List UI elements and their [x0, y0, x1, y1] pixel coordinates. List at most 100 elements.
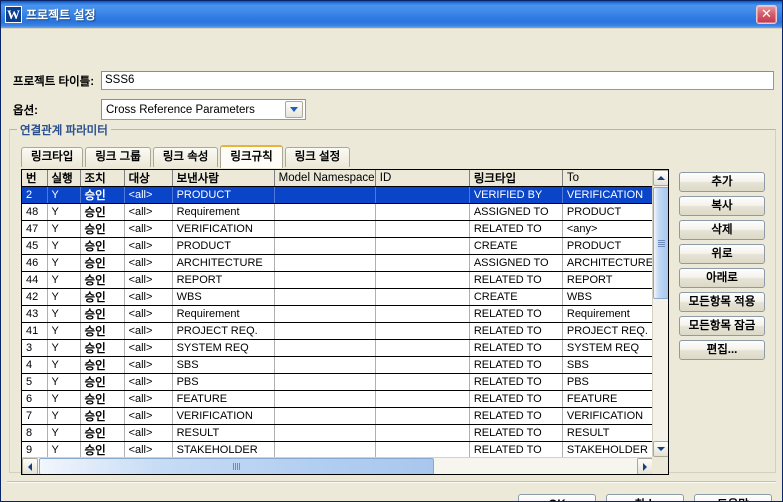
- table-row[interactable]: 42 Y 승인 <all> WBS CREATE WBS: [22, 288, 653, 306]
- cell-r4-c8[interactable]: ARCHITECTURE: [562, 254, 653, 272]
- cell-r1-c6[interactable]: [375, 203, 470, 221]
- cell-r0-c0[interactable]: 2: [22, 186, 48, 204]
- cell-r6-c5[interactable]: [274, 288, 376, 306]
- cell-r12-c6[interactable]: [375, 390, 470, 408]
- cell-r8-c5[interactable]: [274, 322, 376, 340]
- cell-r13-c4[interactable]: VERIFICATION: [172, 407, 275, 425]
- cell-r9-c7[interactable]: RELATED TO: [469, 339, 563, 357]
- cell-r9-c3[interactable]: <all>: [124, 339, 173, 357]
- cell-r6-c3[interactable]: <all>: [124, 288, 173, 306]
- cell-r5-c3[interactable]: <all>: [124, 271, 173, 289]
- table-row[interactable]: 4 Y 승인 <all> SBS RELATED TO SBS: [22, 356, 653, 374]
- cell-r8-c7[interactable]: RELATED TO: [469, 322, 563, 340]
- column-header-1[interactable]: 실행: [47, 170, 81, 187]
- table-row[interactable]: 6 Y 승인 <all> FEATURE RELATED TO FEATURE: [22, 390, 653, 408]
- cell-r12-c5[interactable]: [274, 390, 376, 408]
- cell-r11-c7[interactable]: RELATED TO: [469, 373, 563, 391]
- cell-r5-c6[interactable]: [375, 271, 470, 289]
- cell-r13-c2[interactable]: 승인: [80, 407, 125, 425]
- cell-r15-c5[interactable]: [274, 441, 376, 457]
- column-header-2[interactable]: 조치: [80, 170, 125, 187]
- table-row[interactable]: 47 Y 승인 <all> VERIFICATION RELATED TO <any>: [22, 220, 653, 238]
- cell-r3-c7[interactable]: CREATE: [469, 237, 563, 255]
- cell-r11-c1[interactable]: Y: [47, 373, 81, 391]
- cell-r7-c7[interactable]: RELATED TO: [469, 305, 563, 323]
- cell-r6-c7[interactable]: CREATE: [469, 288, 563, 306]
- column-header-8[interactable]: To: [562, 170, 653, 187]
- cell-r10-c5[interactable]: [274, 356, 376, 374]
- cell-r0-c2[interactable]: 승인: [80, 186, 125, 204]
- cell-r15-c4[interactable]: STAKEHOLDER: [172, 441, 275, 457]
- cell-r3-c3[interactable]: <all>: [124, 237, 173, 255]
- table-row[interactable]: 45 Y 승인 <all> PRODUCT CREATE PRODUCT: [22, 237, 653, 255]
- cell-r7-c8[interactable]: Requirement: [562, 305, 653, 323]
- scroll-left-icon[interactable]: [22, 458, 38, 474]
- cell-r4-c5[interactable]: [274, 254, 376, 272]
- cell-r5-c0[interactable]: 44: [22, 271, 48, 289]
- cell-r2-c3[interactable]: <all>: [124, 220, 173, 238]
- dialog-button-0[interactable]: OK: [518, 494, 596, 501]
- scroll-up-icon[interactable]: [653, 170, 668, 186]
- cell-r7-c3[interactable]: <all>: [124, 305, 173, 323]
- cell-r11-c8[interactable]: PBS: [562, 373, 653, 391]
- cell-r10-c1[interactable]: Y: [47, 356, 81, 374]
- table-row[interactable]: 44 Y 승인 <all> REPORT RELATED TO REPORT: [22, 271, 653, 289]
- cell-r4-c6[interactable]: [375, 254, 470, 272]
- table-row[interactable]: 43 Y 승인 <all> Requirement RELATED TO Requireme…: [22, 305, 653, 323]
- cell-r1-c0[interactable]: 48: [22, 203, 48, 221]
- cell-r9-c6[interactable]: [375, 339, 470, 357]
- cell-r14-c1[interactable]: Y: [47, 424, 81, 442]
- cell-r13-c6[interactable]: [375, 407, 470, 425]
- cell-r10-c4[interactable]: SBS: [172, 356, 275, 374]
- cell-r2-c0[interactable]: 47: [22, 220, 48, 238]
- cell-r3-c2[interactable]: 승인: [80, 237, 125, 255]
- cell-r10-c2[interactable]: 승인: [80, 356, 125, 374]
- cell-r8-c0[interactable]: 41: [22, 322, 48, 340]
- tab-3[interactable]: 링크규칙: [220, 145, 283, 168]
- dialog-button-1[interactable]: 취소: [606, 494, 684, 501]
- column-header-5[interactable]: Model Namespace: [274, 170, 376, 187]
- cell-r3-c8[interactable]: PRODUCT: [562, 237, 653, 255]
- cell-r5-c4[interactable]: REPORT: [172, 271, 275, 289]
- cell-r1-c5[interactable]: [274, 203, 376, 221]
- cell-r7-c5[interactable]: [274, 305, 376, 323]
- cell-r2-c1[interactable]: Y: [47, 220, 81, 238]
- table-row[interactable]: 8 Y 승인 <all> RESULT RELATED TO RESULT: [22, 424, 653, 442]
- cell-r11-c5[interactable]: [274, 373, 376, 391]
- horizontal-scroll-thumb[interactable]: [39, 458, 434, 474]
- column-header-4[interactable]: 보낸사람: [172, 170, 275, 187]
- chevron-down-icon[interactable]: [285, 101, 303, 118]
- cell-r6-c2[interactable]: 승인: [80, 288, 125, 306]
- column-header-0[interactable]: 번: [22, 170, 48, 187]
- cell-r5-c5[interactable]: [274, 271, 376, 289]
- cell-r3-c6[interactable]: [375, 237, 470, 255]
- cell-r10-c7[interactable]: RELATED TO: [469, 356, 563, 374]
- vertical-scroll-thumb[interactable]: [653, 187, 668, 299]
- cell-r15-c6[interactable]: [375, 441, 470, 457]
- cell-r6-c4[interactable]: WBS: [172, 288, 275, 306]
- cell-r7-c6[interactable]: [375, 305, 470, 323]
- cell-r12-c1[interactable]: Y: [47, 390, 81, 408]
- cell-r11-c2[interactable]: 승인: [80, 373, 125, 391]
- cell-r6-c6[interactable]: [375, 288, 470, 306]
- table-row[interactable]: 48 Y 승인 <all> Requirement ASSIGNED TO PRODUCT: [22, 203, 653, 221]
- cell-r4-c7[interactable]: ASSIGNED TO: [469, 254, 563, 272]
- cell-r11-c3[interactable]: <all>: [124, 373, 173, 391]
- table-row[interactable]: 46 Y 승인 <all> ARCHITECTURE ASSIGNED TO ARCHITE…: [22, 254, 653, 272]
- cell-r15-c7[interactable]: RELATED TO: [469, 441, 563, 457]
- side-button-0[interactable]: 추가: [679, 172, 765, 192]
- cell-r13-c7[interactable]: RELATED TO: [469, 407, 563, 425]
- side-button-6[interactable]: 모든항목 잠금: [679, 316, 765, 336]
- table-row[interactable]: 41 Y 승인 <all> PROJECT REQ. RELATED TO PROJECT …: [22, 322, 653, 340]
- cell-r1-c3[interactable]: <all>: [124, 203, 173, 221]
- table-row[interactable]: 3 Y 승인 <all> SYSTEM REQ RELATED TO SYSTEM REQ: [22, 339, 653, 357]
- cell-r4-c0[interactable]: 46: [22, 254, 48, 272]
- cell-r10-c8[interactable]: SBS: [562, 356, 653, 374]
- table-row[interactable]: 7 Y 승인 <all> VERIFICATION RELATED TO VERIFICAT…: [22, 407, 653, 425]
- cell-r9-c8[interactable]: SYSTEM REQ: [562, 339, 653, 357]
- side-button-2[interactable]: 삭제: [679, 220, 765, 240]
- cell-r11-c0[interactable]: 5: [22, 373, 48, 391]
- cell-r2-c7[interactable]: RELATED TO: [469, 220, 563, 238]
- cell-r15-c8[interactable]: STAKEHOLDER: [562, 441, 653, 457]
- cell-r0-c3[interactable]: <all>: [124, 186, 173, 204]
